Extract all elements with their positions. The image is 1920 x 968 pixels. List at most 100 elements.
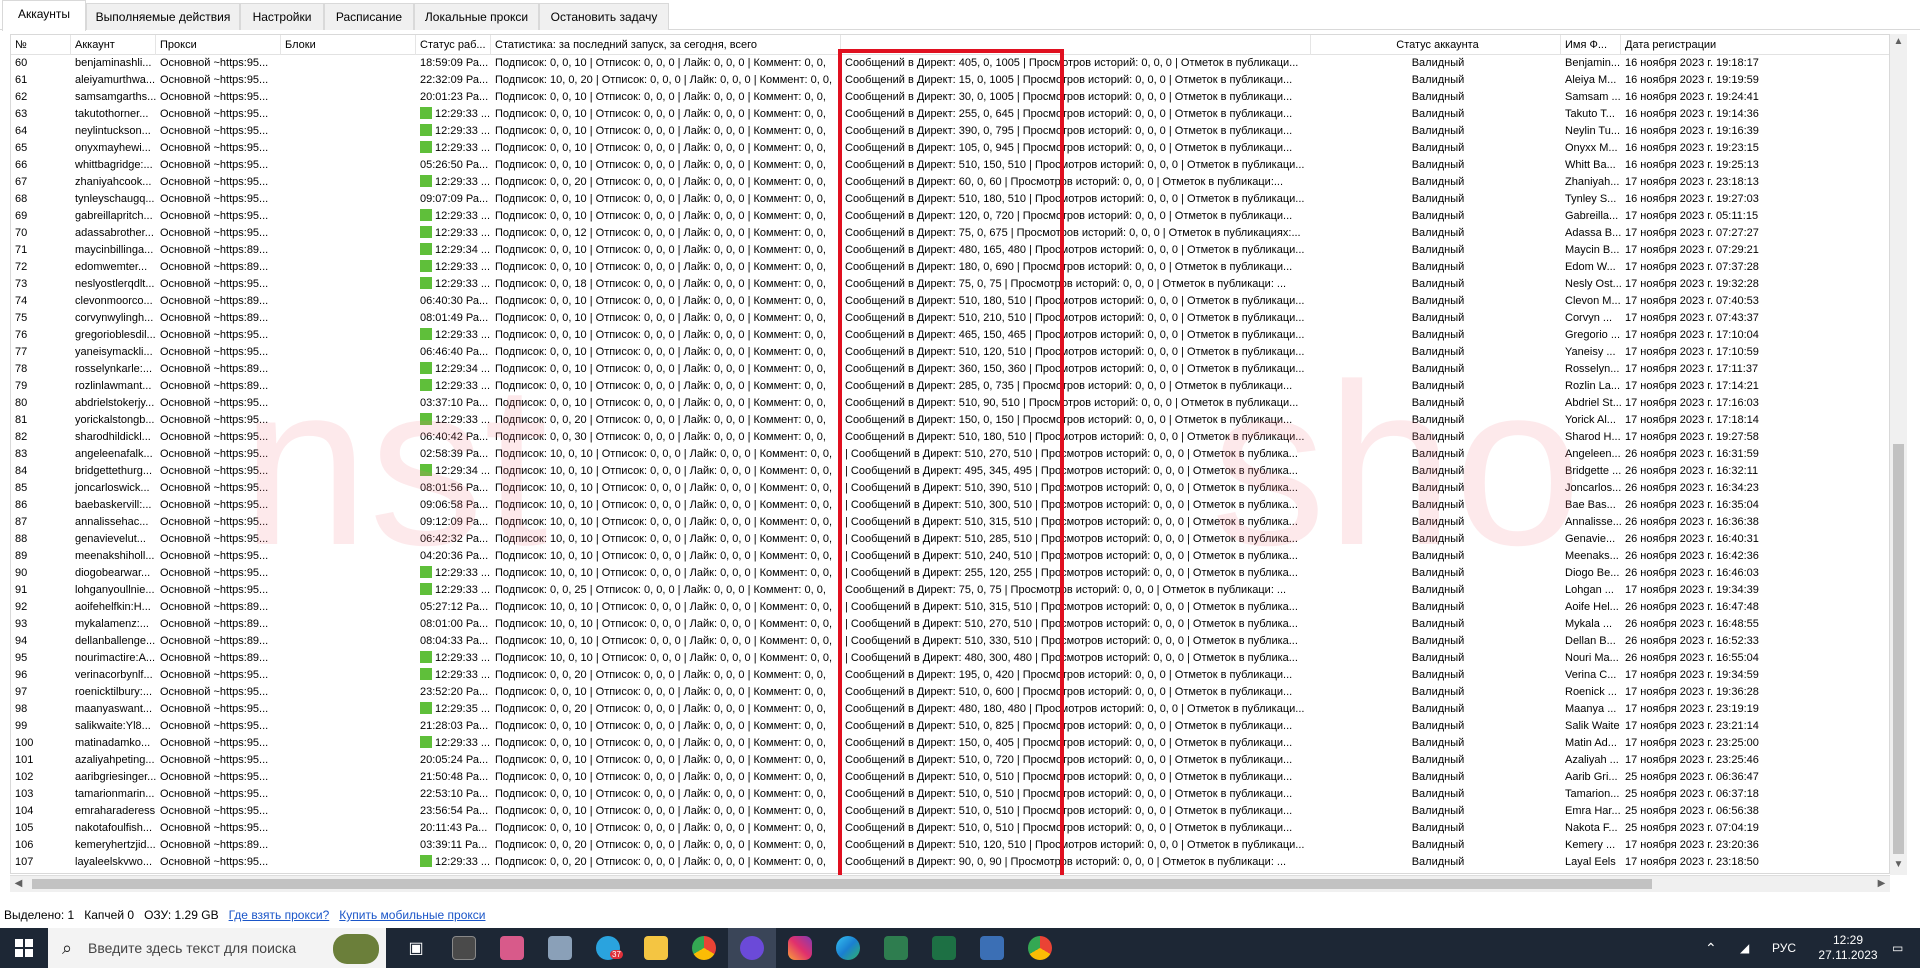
tab-accounts[interactable]: Аккаунты xyxy=(2,0,86,31)
file-explorer-app[interactable] xyxy=(632,928,680,968)
tab-settings[interactable]: Настройки xyxy=(240,3,324,30)
remote-desktop-app[interactable] xyxy=(968,928,1016,968)
vertical-scroll-thumb[interactable] xyxy=(1893,444,1904,854)
scroll-right-icon[interactable]: ▶ xyxy=(1873,878,1890,889)
table-row[interactable]: 70 adassabrother... Основной ~https:95... 1… xyxy=(11,225,1889,242)
table-row[interactable]: 96 verinacorbynlf... Основной ~https:95...… xyxy=(11,667,1889,684)
column-header-name[interactable]: Имя Ф... xyxy=(1561,35,1621,55)
column-header-statistics-cont[interactable] xyxy=(841,35,1311,55)
work-status-text: 21:50:48 Ра... xyxy=(420,771,489,783)
telegram-app[interactable]: 37 xyxy=(584,928,632,968)
keyboard-language[interactable]: РУС xyxy=(1772,928,1796,968)
where-get-proxy-link[interactable]: Где взять прокси? xyxy=(229,908,330,922)
column-header-account-status[interactable]: Статус аккаунта xyxy=(1311,35,1561,55)
table-row[interactable]: 80 abdrielstokerjy... Основной ~https:95..… xyxy=(11,395,1889,412)
table-row[interactable]: 106 kemeryhertzjid... Основной ~https:89..… xyxy=(11,837,1889,854)
table-row[interactable]: 82 sharodhildickl... Основной ~https:95...… xyxy=(11,429,1889,446)
table-row[interactable]: 65 onyxmayhewi... Основной ~https:95... 12:… xyxy=(11,140,1889,157)
table-row[interactable]: 73 neslyostlerqdlt... Основной ~https:95..… xyxy=(11,276,1889,293)
table-row[interactable]: 62 samsamgarths... Основной ~https:95... 20… xyxy=(11,89,1889,106)
table-row[interactable]: 107 layaleelskvwo... Основной ~https:95...… xyxy=(11,854,1889,871)
tab-schedule[interactable]: Расписание xyxy=(324,3,414,30)
column-header-registration-date[interactable]: Дата регистрации xyxy=(1621,35,1889,55)
network-app[interactable] xyxy=(536,928,584,968)
column-header-account[interactable]: Аккаунт xyxy=(71,35,156,55)
task-view-button[interactable]: ▣ xyxy=(392,928,440,968)
table-row[interactable]: 91 lohganyoullnie... Основной ~https:95...… xyxy=(11,582,1889,599)
table-row[interactable]: 86 baebaskervill:... Основной ~https:95...… xyxy=(11,497,1889,514)
table-row[interactable]: 94 dellanballenge... Основной ~https:89...… xyxy=(11,633,1889,650)
status-green-icon xyxy=(420,855,432,867)
table-row[interactable]: 79 rozlinlawmant... Основной ~https:89... 1… xyxy=(11,378,1889,395)
table-row[interactable]: 99 salikwaite:Yl8... Основной ~https:95...… xyxy=(11,718,1889,735)
active-app[interactable] xyxy=(728,928,776,968)
notification-icon[interactable]: ▭ xyxy=(1892,928,1903,968)
calculator-app[interactable] xyxy=(440,928,488,968)
column-header-blocks[interactable]: Блоки xyxy=(281,35,416,55)
chrome-app[interactable] xyxy=(680,928,728,968)
table-row[interactable]: 77 yaneisymackli... Основной ~https:95... 0… xyxy=(11,344,1889,361)
table-row[interactable]: 87 annalissehac... Основной ~https:95... 09… xyxy=(11,514,1889,531)
tab-local-proxies[interactable]: Локальные прокси xyxy=(414,3,539,30)
edge-app[interactable] xyxy=(824,928,872,968)
table-row[interactable]: 101 azaliyahpeting... Основной ~https:95..… xyxy=(11,752,1889,769)
account-login: emraharaderess:... xyxy=(71,803,156,820)
table-row[interactable]: 81 yorickalstongb... Основной ~https:95...… xyxy=(11,412,1889,429)
table-row[interactable]: 63 takutothorner... Основной ~https:95... 1… xyxy=(11,106,1889,123)
table-row[interactable]: 61 aleiyamurthwa... Основной ~https:95... 2… xyxy=(11,72,1889,89)
accounts-table[interactable]: № Аккаунт Прокси Блоки Статус раб... Ста… xyxy=(10,34,1890,874)
vertical-scrollbar[interactable]: ▲ ▼ xyxy=(1890,34,1907,875)
chrome-profile-app[interactable] xyxy=(1016,928,1064,968)
table-row[interactable]: 103 tamarionmarin... Основной ~https:95...… xyxy=(11,786,1889,803)
table-row[interactable]: 100 matinadamko... Основной ~https:95... 12… xyxy=(11,735,1889,752)
table-row[interactable]: 71 maycinbillinga... Основной ~https:89...… xyxy=(11,242,1889,259)
instagram-app[interactable] xyxy=(776,928,824,968)
tab-stop-task[interactable]: Остановить задачу xyxy=(539,3,669,30)
buy-mobile-proxy-link[interactable]: Купить мобильные прокси xyxy=(339,908,485,922)
table-row[interactable]: 75 corvynwylingh... Основной ~https:89... 0… xyxy=(11,310,1889,327)
column-header-work-status[interactable]: Статус раб... xyxy=(416,35,491,55)
table-row[interactable]: 90 diogobearwar... Основной ~https:95... 12… xyxy=(11,565,1889,582)
column-header-number[interactable]: № xyxy=(11,35,71,55)
clock[interactable]: 12:29 27.11.2023 xyxy=(1812,928,1884,968)
table-row[interactable]: 60 benjaminashli... Основной ~https:95... 1… xyxy=(11,55,1889,72)
table-row[interactable]: 93 mykalamenz:... Основной ~https:89... 08:… xyxy=(11,616,1889,633)
tray-overflow-icon[interactable]: ⌃ xyxy=(1705,928,1717,968)
taskbar-search-input[interactable]: ⌕ Введите здесь текст для поиска xyxy=(48,928,386,968)
table-row[interactable]: 84 bridgettethurg... Основной ~https:95...… xyxy=(11,463,1889,480)
excel-app[interactable] xyxy=(920,928,968,968)
chart-app[interactable] xyxy=(872,928,920,968)
tab-running-actions[interactable]: Выполняемые действия xyxy=(86,3,240,30)
table-row[interactable]: 88 genavievelut... Основной ~https:95... 06… xyxy=(11,531,1889,548)
start-button[interactable] xyxy=(0,928,48,968)
table-row[interactable]: 69 gabreillapritch... Основной ~https:95..… xyxy=(11,208,1889,225)
table-row[interactable]: 68 tynleyschaugq... Основной ~https:95... 0… xyxy=(11,191,1889,208)
column-header-proxy[interactable]: Прокси xyxy=(156,35,281,55)
table-row[interactable]: 104 emraharaderess:... Основной ~https:95.… xyxy=(11,803,1889,820)
table-row[interactable]: 64 neylintuckson... Основной ~https:95... 1… xyxy=(11,123,1889,140)
table-row[interactable]: 89 meenakshiholl... Основной ~https:95... 0… xyxy=(11,548,1889,565)
table-row[interactable]: 97 roenicktilbury:... Основной ~https:95..… xyxy=(11,684,1889,701)
table-row[interactable]: 102 aaribgriesinger... Основной ~https:95.… xyxy=(11,769,1889,786)
table-row[interactable]: 66 whittbagridge:... Основной ~https:95...… xyxy=(11,157,1889,174)
table-row[interactable]: 72 edomwemter... Основной ~https:89... 12:2… xyxy=(11,259,1889,276)
scroll-down-icon[interactable]: ▼ xyxy=(1890,859,1907,870)
snipping-tool-app[interactable] xyxy=(488,928,536,968)
scroll-up-icon[interactable]: ▲ xyxy=(1890,36,1907,47)
table-row[interactable]: 83 angeleenafalk... Основной ~https:95... 0… xyxy=(11,446,1889,463)
table-row[interactable]: 92 aoifehelfkin:H... Основной ~https:89...… xyxy=(11,599,1889,616)
table-row[interactable]: 78 rosselynkarle:... Основной ~https:89...… xyxy=(11,361,1889,378)
table-row[interactable]: 74 clevonmoorco... Основной ~https:89... 06… xyxy=(11,293,1889,310)
table-row[interactable]: 98 maanyaswant... Основной ~https:95... 12:… xyxy=(11,701,1889,718)
table-row[interactable]: 76 gregorioblesdil... Основной ~https:95..… xyxy=(11,327,1889,344)
horizontal-scroll-thumb[interactable] xyxy=(32,879,1652,889)
table-row[interactable]: 95 nourimactire:A... Основной ~https:89...… xyxy=(11,650,1889,667)
table-row[interactable]: 105 nakotafoulfish... Основной ~https:95..… xyxy=(11,820,1889,837)
column-header-statistics[interactable]: Статистика: за последний запуск, за сего… xyxy=(491,35,841,55)
table-row[interactable]: 85 joncarloswick... Основной ~https:95... 0… xyxy=(11,480,1889,497)
table-row[interactable]: 67 zhaniyahcook... Основной ~https:95... 12… xyxy=(11,174,1889,191)
wifi-icon[interactable]: ◢ xyxy=(1740,928,1749,968)
horizontal-scrollbar[interactable]: ◀ ▶ xyxy=(10,875,1890,892)
scroll-left-icon[interactable]: ◀ xyxy=(10,878,27,889)
proxy-value-text: Основной ~https:95... xyxy=(160,74,269,86)
